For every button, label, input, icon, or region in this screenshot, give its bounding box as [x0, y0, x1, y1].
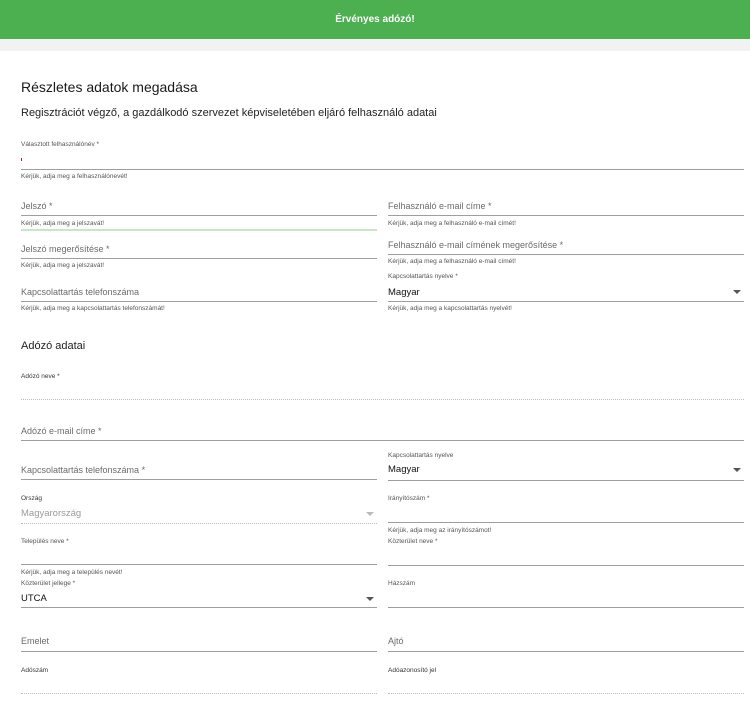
tax-number-field[interactable]: Adószám [21, 665, 377, 695]
country-value: Magyarország [21, 508, 82, 519]
email-confirm-label: Felhasználó e-mail címének megerősítése … [388, 240, 564, 250]
country-label: Ország [21, 495, 42, 502]
tax-number-label: Adószám [21, 667, 49, 674]
house-number-field[interactable]: Házszám [388, 578, 744, 608]
door-field[interactable]: Ajtó [388, 634, 744, 652]
contact-phone-label: Kapcsolattartás telefonszáma [21, 287, 140, 297]
taxpayer-language-select[interactable]: Kapcsolattartás nyelve Magyar [388, 452, 744, 482]
tax-id-field[interactable]: Adóazonosító jel [388, 665, 744, 695]
password-field[interactable]: Jelszó * [21, 199, 377, 217]
page-subtitle: Regisztrációt végző, a gazdálkodó szerve… [21, 107, 437, 119]
street-name-field[interactable]: Közterület neve * [388, 538, 744, 566]
country-select[interactable]: Ország Magyarország [21, 495, 377, 525]
street-type-select[interactable]: Közterület jellege * UTCA [21, 580, 377, 608]
street-type-value: UTCA [21, 593, 47, 604]
password-strength-bar [21, 229, 377, 231]
street-type-label: Közterület jellege * [21, 580, 76, 587]
floor-label: Emelet [21, 636, 50, 646]
contact-language-select[interactable]: Kapcsolattartás nyelve * Magyar [388, 273, 744, 303]
taxpayer-email-label: Adózó e-mail címe * [21, 426, 102, 436]
password-confirm-help: Kérjük, adja meg a jelszavát! [21, 262, 105, 269]
house-number-label: Házszám [388, 580, 416, 587]
contact-phone-field[interactable]: Kapcsolattartás telefonszáma [21, 285, 377, 303]
contact-language-value: Magyar [388, 287, 420, 298]
tax-id-label: Adóazonosító jel [388, 667, 437, 674]
taxpayer-language-label: Kapcsolattartás nyelve [388, 452, 454, 459]
street-name-label: Közterület neve * [388, 538, 438, 545]
taxpayer-email-field[interactable]: Adózó e-mail címe * [21, 424, 744, 442]
form-card: Részletes adatok megadása Regisztrációt … [0, 51, 750, 701]
taxpayer-phone-field[interactable]: Kapcsolattartás telefonszáma * [21, 463, 377, 481]
chevron-down-icon[interactable] [366, 512, 374, 516]
floor-field[interactable]: Emelet [21, 634, 377, 652]
validation-banner: Érvényes adózó! [0, 0, 750, 39]
password-confirm-label: Jelszó megerősítése * [21, 244, 110, 254]
door-label: Ajtó [388, 636, 404, 646]
city-field[interactable]: Település neve * [21, 538, 377, 566]
taxpayer-name-field[interactable]: Adózó neve * [21, 373, 744, 401]
password-help: Kérjük, adja meg a jelszavát! [21, 220, 105, 227]
password-label: Jelszó * [21, 201, 53, 211]
zip-label: Irányítószám * [388, 495, 430, 502]
chevron-down-icon[interactable] [366, 597, 374, 601]
chevron-down-icon[interactable] [733, 290, 741, 294]
email-confirm-field[interactable]: Felhasználó e-mail címének megerősítése … [388, 238, 744, 256]
zip-help: Kérjük, adja meg az irányítószámot! [388, 527, 492, 534]
taxpayer-phone-label: Kapcsolattartás telefonszáma * [21, 465, 146, 475]
zip-field[interactable]: Irányítószám * [388, 495, 744, 523]
contact-language-help: Kérjük, adja meg a kapcsolattartás nyelv… [388, 305, 512, 312]
taxpayer-name-label: Adózó neve * [21, 373, 60, 380]
banner-text: Érvényes adózó! [335, 14, 415, 25]
contact-language-label: Kapcsolattartás nyelve * [388, 273, 458, 280]
taxpayer-section-title: Adózó adatai [21, 340, 86, 352]
username-help: Kérjük, adja meg a felhasználónevét! [21, 173, 128, 180]
city-label: Település neve * [21, 538, 69, 545]
username-field[interactable]: Választott felhasználónév * [21, 141, 744, 171]
text-cursor [21, 158, 22, 161]
contact-phone-help: Kérjük, adja meg a kapcsolattartás telef… [21, 305, 165, 312]
user-email-field[interactable]: Felhasználó e-mail címe * [388, 199, 744, 217]
city-help: Kérjük, adja meg a település nevét! [21, 569, 123, 576]
user-email-label: Felhasználó e-mail címe * [388, 201, 492, 211]
taxpayer-language-value: Magyar [388, 464, 420, 475]
username-label: Választott felhasználónév * [21, 141, 100, 148]
password-confirm-field[interactable]: Jelszó megerősítése * [21, 242, 377, 260]
page-title: Részletes adatok megadása [21, 79, 198, 95]
user-email-help: Kérjük, adja meg a felhasználó e-mail cí… [388, 220, 516, 227]
email-confirm-help: Kérjük, adja meg a felhasználó e-mail cí… [388, 258, 516, 265]
chevron-down-icon[interactable] [733, 468, 741, 472]
